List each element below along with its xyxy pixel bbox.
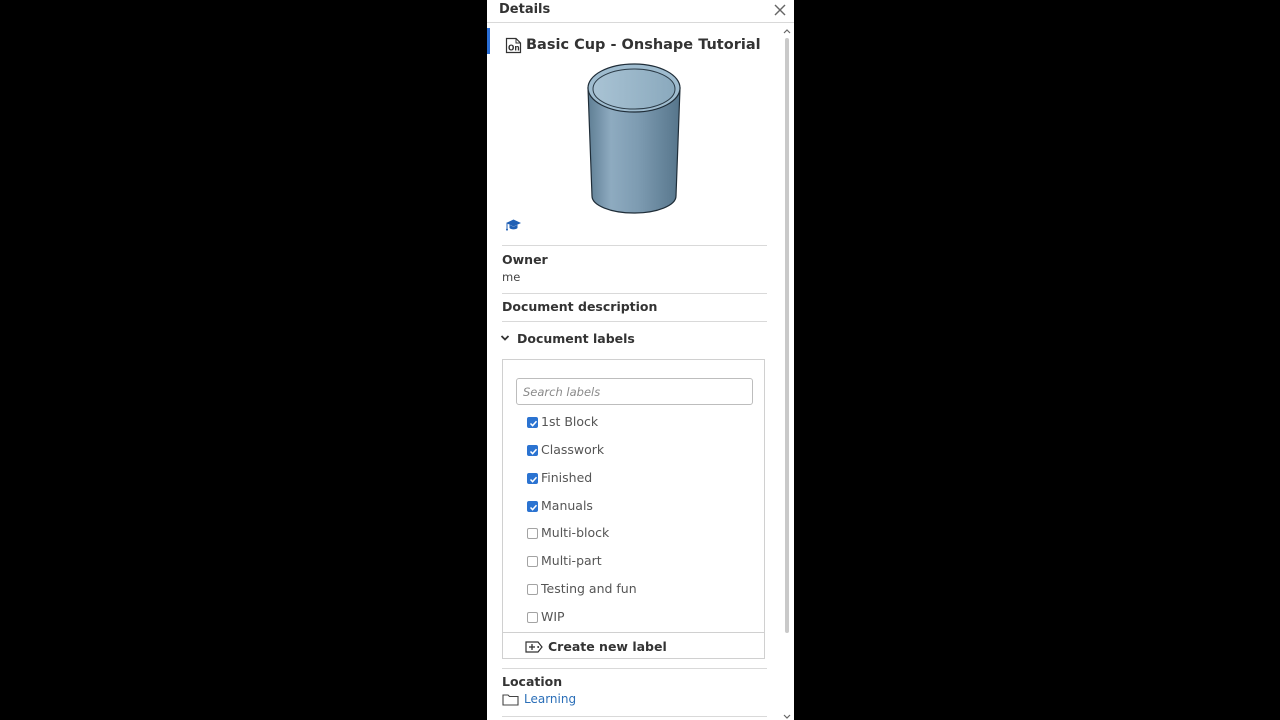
label-checkbox[interactable] [527,501,538,512]
description-heading[interactable]: Document description [502,299,657,314]
label-checkbox[interactable] [527,612,538,623]
label-name: Classwork [541,442,605,457]
panel-title: Details [499,2,551,17]
active-indicator [487,28,490,54]
label-name: Multi-block [541,525,610,540]
divider [502,668,767,669]
close-button[interactable] [772,2,788,18]
divider [502,716,767,717]
label-name: 1st Block [541,414,599,429]
labels-container: 1st Block Classwork Finished [502,359,765,659]
location-heading: Location [502,674,563,689]
check-icon [529,504,538,511]
label-name: Multi-part [541,553,602,568]
divider [502,293,767,294]
owner-heading: Owner [502,252,548,267]
create-new-label-text: Create new label [548,639,667,654]
close-icon [774,4,786,16]
onshape-document-icon: On [505,37,522,54]
panel-header: Details [487,0,794,23]
document-labels-heading: Document labels [517,331,635,346]
label-checkbox[interactable] [527,584,538,595]
chevron-down-icon [500,335,510,341]
scroll-up-arrow-icon[interactable] [783,28,791,34]
location-folder-link[interactable]: Learning [524,692,576,706]
label-name: WIP [541,609,565,624]
scrollbar[interactable] [783,28,791,720]
label-name: Manuals [541,498,593,513]
document-title: Basic Cup - Onshape Tutorial [526,37,761,53]
owner-value: me [502,270,521,284]
label-name: Finished [541,470,593,485]
check-icon [529,448,538,455]
check-icon [529,420,538,427]
create-new-label-button[interactable]: Create new label [503,632,764,660]
add-label-icon [525,641,543,653]
document-thumbnail [587,63,681,214]
label-checkbox[interactable] [527,473,538,484]
label-checkbox[interactable] [527,417,538,428]
label-checkbox[interactable] [527,445,538,456]
label-name: Testing and fun [541,581,637,596]
label-checkbox[interactable] [527,528,538,539]
check-icon [529,476,538,483]
svg-text:On: On [508,44,520,53]
divider [502,245,767,246]
scroll-down-arrow-icon[interactable] [783,714,791,720]
scroll-thumb[interactable] [785,38,789,633]
graduation-cap-icon[interactable] [505,218,522,233]
folder-icon [502,694,519,706]
details-panel: Details On Basic Cup - Onshape Tutorial [487,0,794,720]
divider [502,321,767,322]
search-labels-input[interactable] [516,378,753,405]
label-checkbox[interactable] [527,556,538,567]
